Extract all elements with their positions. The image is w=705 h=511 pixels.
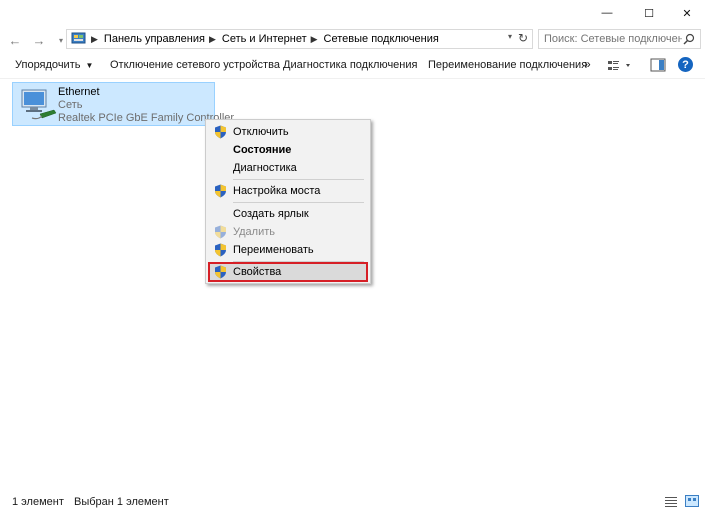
breadcrumb-separator-icon: ▶ [91,33,98,44]
diagnose-connection-button[interactable]: Диагностика подключения [283,59,417,71]
breadcrumb-network-connections[interactable]: Сетевые подключения [324,33,439,45]
menu-item-diagnostics[interactable]: Диагностика [209,159,367,177]
selection-count: Выбран 1 элемент [74,496,169,508]
menu-item-create-shortcut[interactable]: Создать ярлык [209,205,367,223]
address-field[interactable]: ▶ Панель управления ▶ Сеть и Интернет ▶ … [66,29,533,49]
control-panel-icon [71,32,86,44]
menu-separator [233,202,364,203]
help-button[interactable]: ? [678,57,693,72]
connection-name: Ethernet [58,86,100,98]
search-icon [683,33,695,45]
forward-button[interactable]: → [29,31,49,49]
title-bar: — ☐ ✕ [0,0,705,26]
organize-label: Упорядочить [15,59,81,71]
organize-button[interactable]: Упорядочить ▼ [15,59,93,71]
menu-item-rename[interactable]: Переименовать [209,241,367,259]
menu-item-label: Диагностика [233,162,297,174]
menu-item-delete: Удалить [209,223,367,241]
search-box[interactable] [538,29,701,49]
menu-item-bridge[interactable]: Настройка моста [209,182,367,200]
ethernet-connection-item[interactable]: Ethernet Сеть Realtek PCIe GbE Family Co… [12,82,234,126]
search-input[interactable] [544,33,682,45]
chevron-down-icon: ▼ [85,61,94,70]
address-bar: ← → ▾ ▶ Панель управления ▶ Сеть и Интер… [0,28,705,52]
menu-item-disable[interactable]: Отключить [209,123,367,141]
preview-pane-icon[interactable] [650,58,666,72]
disable-device-button[interactable]: Отключение сетевого устройства [110,59,280,71]
close-icon: ✕ [682,7,692,20]
chevron-down-icon: ▾ [58,35,63,45]
back-button[interactable]: ← [5,31,25,49]
menu-item-label: Свойства [233,266,282,278]
large-icons-view-icon[interactable] [685,495,699,507]
menu-item-label: Переименовать [233,244,314,256]
details-view-icon[interactable] [665,496,677,507]
menu-item-label: Настройка моста [233,185,321,197]
menu-item-properties[interactable]: Свойства [208,262,368,282]
more-commands-button[interactable]: » [584,57,591,71]
refresh-icon[interactable]: ↻ [518,31,528,45]
network-adapter-icon [21,89,57,120]
help-icon: ? [682,58,689,71]
menu-separator [233,179,364,180]
arrow-right-icon: → [32,32,46,48]
close-button[interactable]: ✕ [670,0,704,26]
change-view-icon[interactable] [606,58,634,74]
minimize-button[interactable]: — [590,0,624,26]
item-count: 1 элемент [12,496,64,508]
uac-shield-icon [215,125,226,139]
context-menu: Отключить Состояние Диагностика Настройк… [205,119,371,284]
menu-item-label: Отключить [233,126,289,138]
maximize-icon: ☐ [644,7,654,20]
uac-shield-icon [215,265,226,279]
menu-item-status[interactable]: Состояние [209,141,367,159]
uac-shield-icon [215,184,226,198]
minimize-icon: — [601,7,613,19]
address-history-button[interactable]: ▾ [508,32,512,41]
breadcrumb-separator-icon: ▶ [310,33,318,44]
menu-item-label: Удалить [233,226,275,238]
breadcrumb-network-internet[interactable]: Сеть и Интернет [222,33,307,45]
uac-shield-icon [215,225,226,239]
breadcrumb-control-panel[interactable]: Панель управления [104,33,205,45]
command-bar: Упорядочить ▼ Отключение сетевого устройс… [0,54,705,79]
status-bar: 1 элемент Выбран 1 элемент [0,490,705,511]
menu-item-label: Создать ярлык [233,208,309,220]
menu-separator [233,261,364,262]
menu-item-label: Состояние [233,144,292,156]
maximize-button[interactable]: ☐ [632,0,666,26]
connection-network: Сеть [58,99,83,111]
breadcrumb-separator-icon: ▶ [208,33,216,44]
uac-shield-icon [215,243,226,257]
rename-connection-button[interactable]: Переименование подключения [428,59,587,71]
arrow-left-icon: ← [8,32,22,48]
